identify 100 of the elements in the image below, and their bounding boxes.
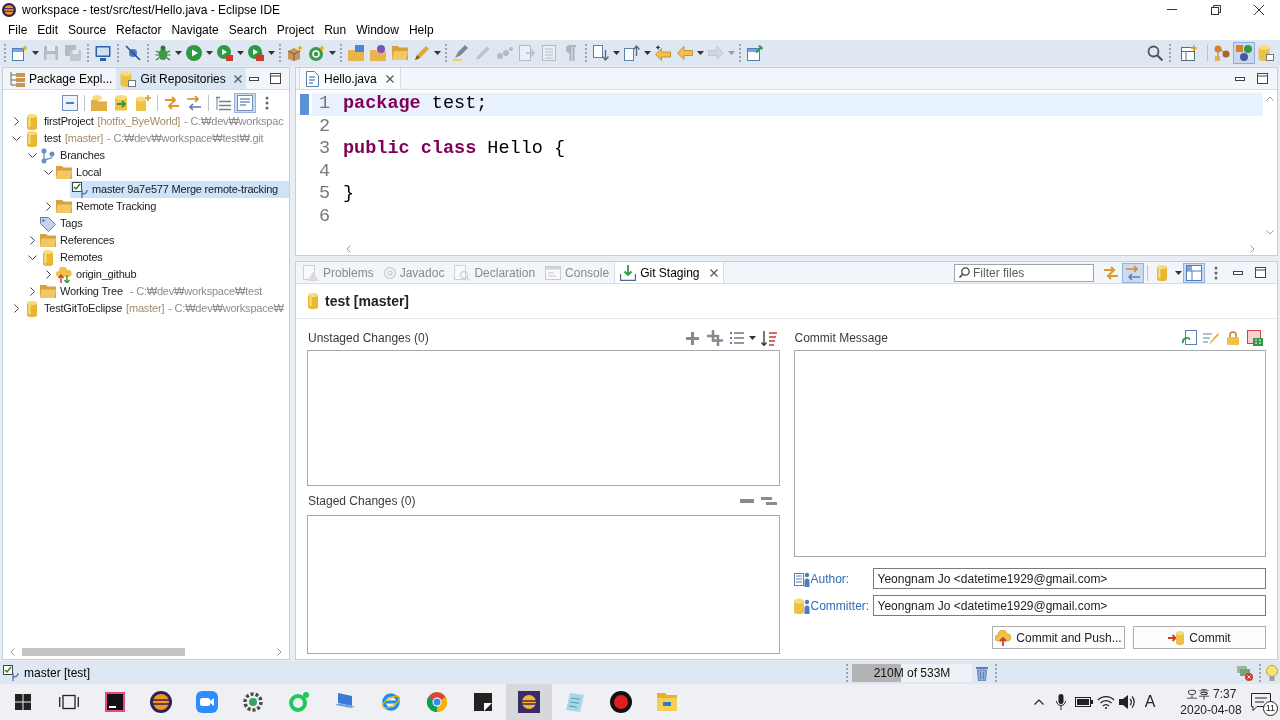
taskbar-button[interactable] (506, 684, 552, 720)
chevron-right-icon[interactable] (13, 117, 19, 126)
maximize-icon[interactable] (270, 73, 281, 84)
tree-item[interactable]: Remote Tracking (54, 198, 160, 215)
play-case-icon[interactable] (248, 45, 264, 61)
plus-icon[interactable] (686, 331, 699, 345)
page-refresh-icon[interactable] (1181, 330, 1197, 346)
tree-item[interactable]: Remotes (38, 249, 106, 266)
minimize-icon[interactable] (1233, 270, 1243, 275)
author-field[interactable]: Yeongnam Jo <datetime1929@gmail.com> (872, 568, 1266, 589)
chevron-down-icon[interactable] (11, 136, 21, 141)
view-tab[interactable]: Git Repositories (116, 68, 246, 89)
caret-icon[interactable] (697, 51, 704, 55)
scroll-right-icon[interactable] (277, 647, 282, 656)
trash-icon[interactable] (976, 664, 988, 681)
caret-icon[interactable] (749, 336, 756, 340)
network-x-icon[interactable] (1237, 664, 1253, 681)
microphone-icon[interactable] (1056, 694, 1066, 710)
scrollbar-thumb[interactable] (22, 647, 185, 656)
caret-icon[interactable] (175, 51, 182, 55)
highlighter-icon[interactable] (453, 45, 469, 61)
toolbar-button[interactable] (1122, 262, 1144, 283)
chevron-right-icon[interactable] (45, 202, 51, 211)
minimize-icon[interactable] (249, 76, 259, 81)
more-icon[interactable] (265, 96, 269, 110)
tree-item[interactable]: References (38, 232, 118, 249)
caret-icon[interactable] (434, 51, 441, 55)
caret-icon[interactable] (644, 51, 651, 55)
scroll-left-icon[interactable] (10, 647, 15, 656)
bug-icon[interactable] (155, 45, 171, 61)
close-icon[interactable] (1254, 4, 1264, 15)
caret-icon[interactable] (1174, 270, 1182, 275)
scroll-right-icon[interactable] (1250, 244, 1255, 253)
chevron-right-icon[interactable] (29, 287, 35, 296)
menu-item[interactable]: Navigate (166, 20, 224, 39)
chevron-right-icon[interactable] (13, 304, 19, 313)
menu-item[interactable]: Edit (32, 20, 64, 39)
list-icon[interactable] (729, 331, 744, 345)
menu-item[interactable]: Run (319, 20, 352, 39)
tree-item[interactable]: firstProject (22, 113, 97, 130)
caret-icon[interactable] (268, 51, 275, 55)
wifi-icon[interactable] (1097, 695, 1115, 709)
close-icon[interactable] (385, 74, 394, 83)
new-window-icon[interactable] (12, 45, 28, 61)
menu-item[interactable]: Source (63, 20, 112, 39)
play-icon[interactable] (186, 45, 202, 61)
scroll-down-icon[interactable] (1266, 230, 1274, 235)
double-minus-icon[interactable] (760, 496, 777, 505)
window-plus-icon[interactable] (1181, 45, 1197, 61)
page-down-arrow-icon[interactable] (593, 45, 609, 61)
clock-time[interactable]: 오후 7:37 (1185, 686, 1237, 702)
arrow-left-star-icon[interactable] (655, 45, 671, 61)
commit-message-field[interactable] (793, 350, 1266, 557)
close-icon[interactable] (233, 74, 242, 83)
tree-item[interactable]: TestGitToEclipse (22, 300, 126, 317)
restore-icon[interactable] (1211, 4, 1221, 15)
chevron-right-icon[interactable] (45, 270, 51, 279)
battery-icon[interactable] (1074, 697, 1093, 707)
window-pin-icon[interactable] (747, 45, 763, 61)
chevron-down-icon[interactable] (27, 255, 37, 260)
tree-item[interactable]: master 9a7e577 Merge remote-tracking (70, 181, 289, 198)
perspective-button[interactable] (1233, 42, 1255, 64)
page-up-arrow-icon[interactable] (624, 45, 640, 61)
maximize-icon[interactable] (1254, 267, 1266, 278)
lock-icon[interactable] (1227, 331, 1239, 345)
caret-icon[interactable] (613, 51, 620, 55)
input-mode-indicator[interactable]: A (1139, 690, 1161, 714)
commit-button[interactable]: Commit (1133, 626, 1266, 649)
package-star-icon[interactable] (287, 45, 303, 61)
tree-item[interactable]: origin_github (54, 266, 140, 283)
chevron-up-icon[interactable] (1033, 699, 1044, 705)
caret-icon[interactable] (237, 51, 244, 55)
slashed-dot-icon[interactable] (125, 45, 141, 61)
minimize-icon[interactable] (1235, 76, 1245, 81)
tree-item[interactable]: test (22, 130, 64, 147)
close-icon[interactable] (709, 268, 718, 277)
view-tab[interactable]: Package Expl... (5, 68, 117, 89)
pen-icon[interactable] (414, 45, 430, 61)
menu-item[interactable]: Refactor (111, 20, 167, 39)
grid-plus-icon[interactable] (1247, 330, 1263, 346)
folder-circle-icon[interactable] (370, 45, 386, 61)
menu-item[interactable]: Help (403, 20, 439, 39)
editor-tab[interactable]: Hello.java (299, 68, 401, 89)
caret-icon[interactable] (32, 51, 39, 55)
chevron-right-icon[interactable] (29, 236, 35, 245)
caret-icon[interactable] (206, 51, 213, 55)
menu-item[interactable]: Window (351, 20, 404, 39)
toolbar-button[interactable] (1183, 262, 1205, 283)
more-icon[interactable] (1214, 265, 1218, 280)
menu-item[interactable]: Project (271, 20, 320, 39)
speaker-icon[interactable] (1119, 694, 1137, 710)
filter-field[interactable]: Filter files (954, 263, 1094, 282)
monitor-icon[interactable] (95, 45, 111, 61)
menu-item[interactable]: Search (223, 20, 272, 39)
tree-item[interactable]: Working Tree (38, 283, 126, 300)
tree-item[interactable]: Local (54, 164, 105, 181)
scroll-up-icon[interactable] (1266, 96, 1274, 101)
maximize-icon[interactable] (1257, 73, 1268, 84)
double-plus-icon[interactable] (706, 330, 723, 346)
toolbar-button[interactable] (234, 93, 256, 113)
